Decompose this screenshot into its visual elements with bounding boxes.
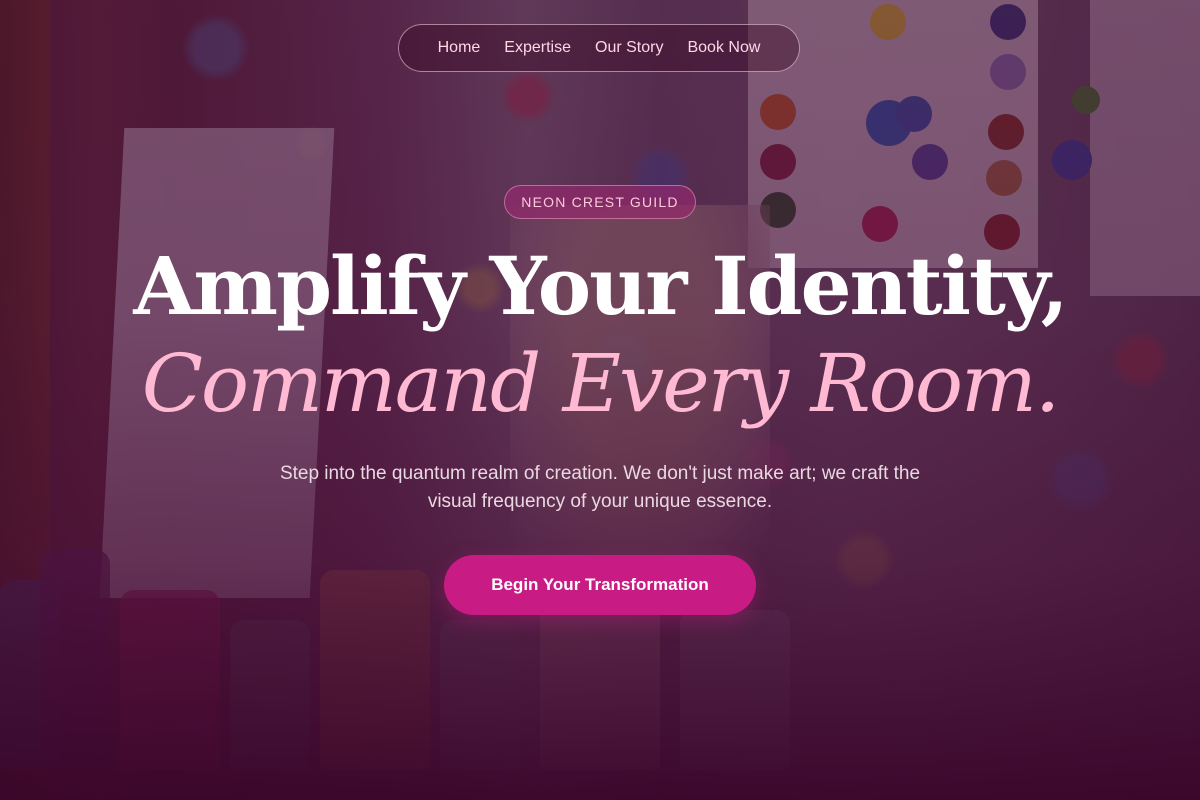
nav-book-now-link[interactable]: Book Now — [687, 39, 760, 57]
nav-expertise-link[interactable]: Expertise — [504, 39, 571, 57]
nav-home-link[interactable]: Home — [438, 39, 481, 57]
nav-our-story-link[interactable]: Our Story — [595, 39, 663, 57]
hero-headline: Amplify Your Identity, Command Every Roo… — [0, 246, 1200, 424]
hero-subtext: Step into the quantum realm of creation.… — [279, 463, 921, 512]
brand-badge: NEON CREST GUILD — [504, 185, 696, 219]
headline-line-2: Command Every Room. — [141, 337, 1061, 430]
headline-line-1: Amplify Your Identity, — [133, 239, 1068, 333]
begin-transformation-button[interactable]: Begin Your Transformation — [444, 555, 756, 615]
top-navigation: Home Expertise Our Story Book Now — [398, 24, 800, 72]
